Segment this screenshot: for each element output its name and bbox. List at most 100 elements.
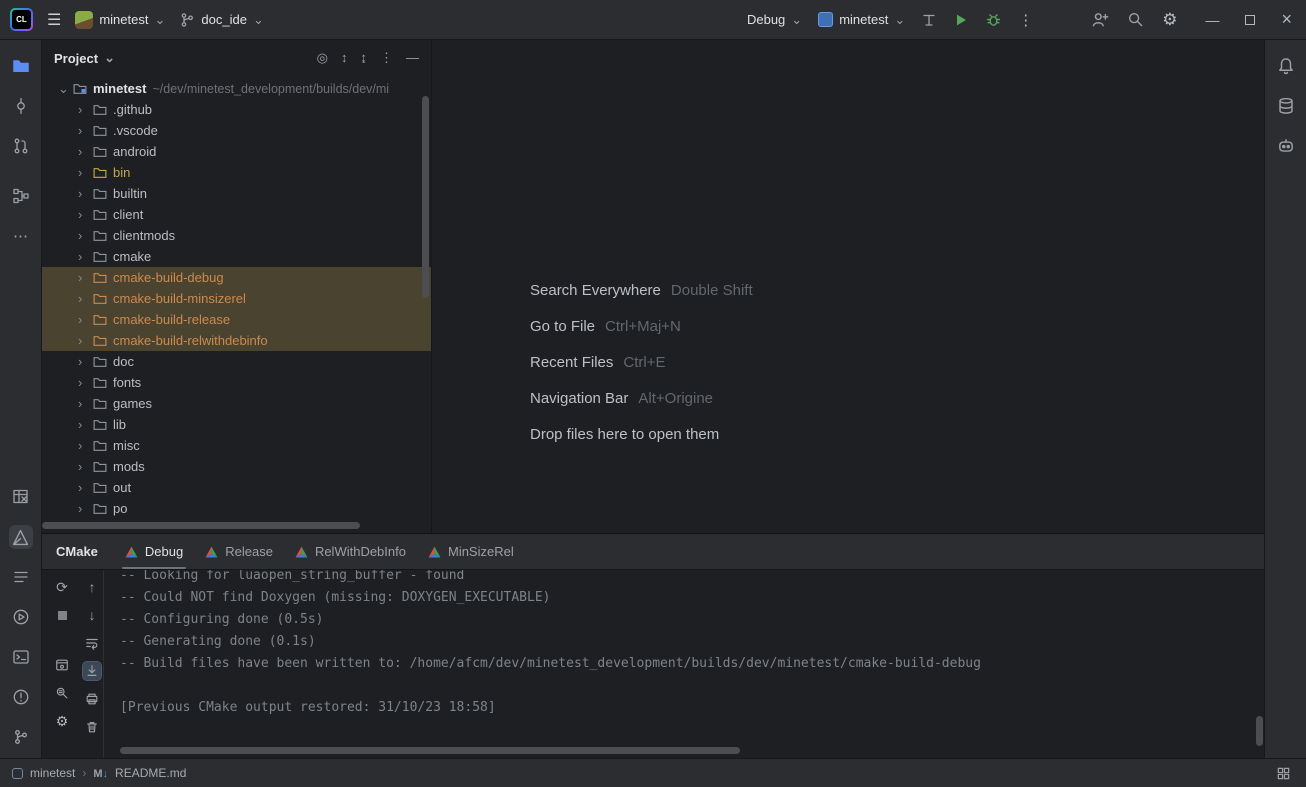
tree-item-clientmods[interactable]: ›clientmods xyxy=(42,225,431,246)
chevron-right-icon[interactable]: › xyxy=(78,144,87,159)
chevron-right-icon[interactable]: › xyxy=(78,501,87,516)
project-selector[interactable]: minetest ⌄ xyxy=(75,11,165,29)
git-toolwindow-button[interactable] xyxy=(9,725,33,749)
next-message-button[interactable]: ↓ xyxy=(83,606,101,624)
chevron-right-icon[interactable]: › xyxy=(78,228,87,243)
run-toolwindow-button[interactable] xyxy=(9,605,33,629)
terminal-toolwindow-button[interactable] xyxy=(9,645,33,669)
chevron-right-icon[interactable]: › xyxy=(78,186,87,201)
print-button[interactable] xyxy=(83,690,101,708)
code-with-me-button[interactable] xyxy=(1091,11,1109,29)
maximize-button[interactable] xyxy=(1245,15,1255,25)
tree-item-mods[interactable]: ›mods xyxy=(42,456,431,477)
tree-item-misc[interactable]: ›misc xyxy=(42,435,431,456)
tree-item-fonts[interactable]: ›fonts xyxy=(42,372,431,393)
chevron-right-icon[interactable]: › xyxy=(78,291,87,306)
prev-message-button[interactable]: ↑ xyxy=(83,578,101,596)
tree-item-root[interactable]: ⌄ minetest ~/dev/minetest_development/bu… xyxy=(42,78,431,99)
console-settings-button[interactable]: ⚙ xyxy=(53,712,71,730)
find-in-output-button[interactable] xyxy=(53,684,71,702)
chevron-right-icon[interactable]: › xyxy=(78,459,87,474)
notifications-button[interactable] xyxy=(1274,54,1298,78)
chevron-right-icon[interactable]: › xyxy=(78,312,87,327)
tree-item-.github[interactable]: ›.github xyxy=(42,99,431,120)
cmake-tab-Debug[interactable]: Debug xyxy=(114,534,194,569)
chevron-right-icon[interactable]: › xyxy=(78,270,87,285)
close-button[interactable]: × xyxy=(1281,9,1292,30)
console-vertical-scrollbar[interactable] xyxy=(1256,716,1263,746)
run-configuration-selector[interactable]: minetest ⌄ xyxy=(818,12,905,27)
chevron-right-icon[interactable]: › xyxy=(78,375,87,390)
remote-grid-button[interactable] xyxy=(1272,762,1294,784)
chevron-right-icon[interactable]: › xyxy=(78,396,87,411)
pull-requests-toolwindow-button[interactable] xyxy=(9,134,33,158)
run-button[interactable] xyxy=(953,12,969,28)
todo-toolwindow-button[interactable] xyxy=(9,565,33,589)
debug-button[interactable] xyxy=(985,11,1002,28)
spreadsheet-toolwindow-button[interactable] xyxy=(9,485,33,509)
stop-button[interactable] xyxy=(53,606,71,624)
chevron-right-icon[interactable]: › xyxy=(78,438,87,453)
console-horizontal-scrollbar[interactable] xyxy=(120,747,740,754)
hide-panel-button[interactable]: — xyxy=(406,50,419,66)
chevron-right-icon[interactable]: › xyxy=(78,102,87,117)
tree-item-client[interactable]: ›client xyxy=(42,204,431,225)
tree-item-out[interactable]: ›out xyxy=(42,477,431,498)
chevron-right-icon[interactable]: › xyxy=(78,165,87,180)
vcs-branch-selector[interactable]: doc_ide ⌄ xyxy=(179,12,263,28)
clear-console-button[interactable] xyxy=(83,718,101,736)
tree-item-cmake-build-minsizerel[interactable]: ›cmake-build-minsizerel xyxy=(42,288,431,309)
tree-item-cmake-build-release[interactable]: ›cmake-build-release xyxy=(42,309,431,330)
cmake-tab-RelWithDebInfo[interactable]: RelWithDebInfo xyxy=(284,534,417,569)
profiler-icon[interactable] xyxy=(921,12,937,28)
tree-item-doc[interactable]: ›doc xyxy=(42,351,431,372)
reload-cmake-button[interactable]: ⟳ xyxy=(53,578,71,596)
tree-item-android[interactable]: ›android xyxy=(42,141,431,162)
collapse-all-button[interactable]: ↨ xyxy=(361,50,368,66)
cmake-tab-MinSizeRel[interactable]: MinSizeRel xyxy=(417,534,525,569)
tree-item-cmake-build-relwithdebinfo[interactable]: ›cmake-build-relwithdebinfo xyxy=(42,330,431,351)
project-vertical-scrollbar[interactable] xyxy=(422,96,429,298)
tree-item-po[interactable]: ›po xyxy=(42,498,431,519)
tree-item-builtin[interactable]: ›builtin xyxy=(42,183,431,204)
scroll-to-end-button[interactable] xyxy=(83,662,101,680)
chevron-right-icon[interactable]: › xyxy=(78,207,87,222)
chevron-right-icon[interactable]: › xyxy=(78,354,87,369)
project-toolwindow-button[interactable] xyxy=(9,54,33,78)
open-settings-button[interactable] xyxy=(53,656,71,674)
soft-wrap-button[interactable] xyxy=(83,634,101,652)
minimize-button[interactable]: — xyxy=(1205,12,1219,28)
more-actions-button[interactable]: ⋮ xyxy=(1018,11,1033,29)
main-menu-button[interactable]: ☰ xyxy=(47,10,61,30)
editor-area[interactable]: Search EverywhereDouble ShiftGo to FileC… xyxy=(432,40,1264,533)
commit-toolwindow-button[interactable] xyxy=(9,94,33,118)
chevron-right-icon[interactable]: › xyxy=(78,417,87,432)
settings-button[interactable]: ⚙ xyxy=(1162,10,1177,30)
chevron-right-icon[interactable]: › xyxy=(78,480,87,495)
cmake-tab-Release[interactable]: Release xyxy=(194,534,284,569)
tree-item-lib[interactable]: ›lib xyxy=(42,414,431,435)
more-toolwindows-button[interactable]: ⋯ xyxy=(9,224,33,248)
build-type-selector[interactable]: Debug ⌄ xyxy=(747,12,802,27)
statusbar-project[interactable]: minetest xyxy=(30,766,75,780)
expand-all-button[interactable]: ↕ xyxy=(341,50,348,66)
project-horizontal-scrollbar[interactable] xyxy=(42,522,360,529)
console-output[interactable]: -- Looking for luaopen_string_buffer - f… xyxy=(104,570,1264,758)
tree-item-bin[interactable]: ›bin xyxy=(42,162,431,183)
database-toolwindow-button[interactable] xyxy=(1274,94,1298,118)
locate-file-button[interactable]: ◎ xyxy=(317,50,328,66)
tree-item-.vscode[interactable]: ›.vscode xyxy=(42,120,431,141)
cmake-toolwindow-button[interactable] xyxy=(9,525,33,549)
chevron-down-icon[interactable]: ⌄ xyxy=(58,81,67,97)
search-everywhere-button[interactable] xyxy=(1127,11,1144,28)
statusbar-file[interactable]: README.md xyxy=(115,766,186,780)
panel-options-button[interactable]: ⋮ xyxy=(380,50,393,66)
problems-toolwindow-button[interactable] xyxy=(9,685,33,709)
chevron-right-icon[interactable]: › xyxy=(78,333,87,348)
chevron-right-icon[interactable]: › xyxy=(78,249,87,264)
chevron-right-icon[interactable]: › xyxy=(78,123,87,138)
tree-item-cmake[interactable]: ›cmake xyxy=(42,246,431,267)
tree-item-cmake-build-debug[interactable]: ›cmake-build-debug xyxy=(42,267,431,288)
structure-toolwindow-button[interactable] xyxy=(9,184,33,208)
project-panel-title[interactable]: Project xyxy=(54,51,98,66)
